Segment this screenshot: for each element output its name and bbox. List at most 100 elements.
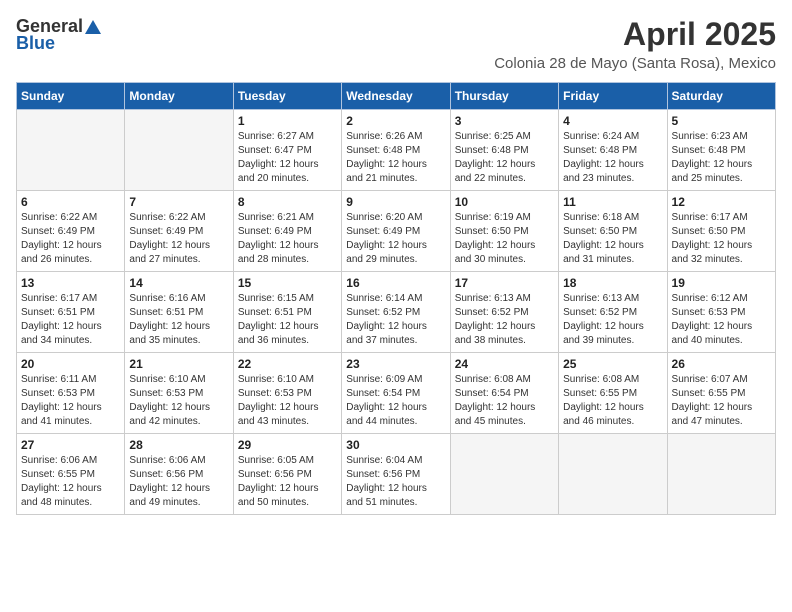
calendar-week-row: 20 Sunrise: 6:11 AM Sunset: 6:53 PM Dayli… <box>17 353 776 434</box>
day-number: 21 <box>129 357 228 371</box>
day-info: Sunrise: 6:14 AM Sunset: 6:52 PM Dayligh… <box>346 292 445 348</box>
calendar-week-row: 1 Sunrise: 6:27 AM Sunset: 6:47 PM Daylig… <box>17 110 776 191</box>
calendar-header-row: SundayMondayTuesdayWednesdayThursdayFrid… <box>17 83 776 110</box>
calendar-cell: 19Sunrise: 6:12 AM Sunset: 6:53 PM Dayli… <box>667 272 775 353</box>
day-number: 20 <box>21 357 120 371</box>
logo: General Blue <box>16 16 102 54</box>
day-info: Sunrise: 6:06 AM Sunset: 6:56 PM Dayligh… <box>129 454 228 510</box>
calendar-cell: 16 Sunrise: 6:14 AM Sunset: 6:52 PM Dayli… <box>342 272 450 353</box>
calendar-cell: 18Sunrise: 6:13 AM Sunset: 6:52 PM Dayli… <box>559 272 667 353</box>
day-number: 18 <box>563 276 662 290</box>
day-header-sunday: Sunday <box>17 83 125 110</box>
day-info: Sunrise: 6:08 AM Sunset: 6:54 PM Dayligh… <box>455 373 554 429</box>
logo-blue-text: Blue <box>16 33 55 54</box>
calendar-cell: 15Sunrise: 6:15 AM Sunset: 6:51 PM Dayli… <box>233 272 341 353</box>
calendar-cell <box>667 434 775 515</box>
day-header-saturday: Saturday <box>667 83 775 110</box>
day-header-tuesday: Tuesday <box>233 83 341 110</box>
calendar-cell: 23 Sunrise: 6:09 AM Sunset: 6:54 PM Dayli… <box>342 353 450 434</box>
calendar-cell: 21 Sunrise: 6:10 AM Sunset: 6:53 PM Dayli… <box>125 353 233 434</box>
calendar-cell: 2Sunrise: 6:26 AM Sunset: 6:48 PM Daylig… <box>342 110 450 191</box>
day-number: 11 <box>563 195 662 209</box>
calendar-cell <box>559 434 667 515</box>
day-info: Sunrise: 6:25 AM Sunset: 6:48 PM Dayligh… <box>455 130 554 186</box>
day-number: 14 <box>129 276 228 290</box>
day-header-wednesday: Wednesday <box>342 83 450 110</box>
calendar-cell <box>450 434 558 515</box>
title-section: April 2025 Colonia 28 de Mayo (Santa Ros… <box>494 16 776 72</box>
page-header: General Blue April 2025 Colonia 28 de Ma… <box>16 16 776 72</box>
day-number: 27 <box>21 438 120 452</box>
calendar-cell: 17Sunrise: 6:13 AM Sunset: 6:52 PM Dayli… <box>450 272 558 353</box>
day-info: Sunrise: 6:06 AM Sunset: 6:55 PM Dayligh… <box>21 454 120 510</box>
day-info: Sunrise: 6:13 AM Sunset: 6:52 PM Dayligh… <box>455 292 554 348</box>
calendar-table: SundayMondayTuesdayWednesdayThursdayFrid… <box>16 82 776 515</box>
day-number: 12 <box>672 195 771 209</box>
day-info: Sunrise: 6:20 AM Sunset: 6:49 PM Dayligh… <box>346 211 445 267</box>
calendar-cell: 20 Sunrise: 6:11 AM Sunset: 6:53 PM Dayli… <box>17 353 125 434</box>
day-info: Sunrise: 6:19 AM Sunset: 6:50 PM Dayligh… <box>455 211 554 267</box>
day-number: 1 <box>238 114 337 128</box>
calendar-cell: 8 Sunrise: 6:21 AM Sunset: 6:49 PM Daylig… <box>233 191 341 272</box>
calendar-cell: 29 Sunrise: 6:05 AM Sunset: 6:56 PM Dayli… <box>233 434 341 515</box>
day-info: Sunrise: 6:10 AM Sunset: 6:53 PM Dayligh… <box>129 373 228 429</box>
location: Colonia 28 de Mayo (Santa Rosa), Mexico <box>494 55 776 72</box>
day-number: 29 <box>238 438 337 452</box>
day-info: Sunrise: 6:24 AM Sunset: 6:48 PM Dayligh… <box>563 130 662 186</box>
calendar-cell: 28 Sunrise: 6:06 AM Sunset: 6:56 PM Dayli… <box>125 434 233 515</box>
day-header-friday: Friday <box>559 83 667 110</box>
calendar-cell: 10 Sunrise: 6:19 AM Sunset: 6:50 PM Dayli… <box>450 191 558 272</box>
day-number: 25 <box>563 357 662 371</box>
day-number: 9 <box>346 195 445 209</box>
day-info: Sunrise: 6:05 AM Sunset: 6:56 PM Dayligh… <box>238 454 337 510</box>
calendar-cell: 30Sunrise: 6:04 AM Sunset: 6:56 PM Dayli… <box>342 434 450 515</box>
calendar-cell: 4 Sunrise: 6:24 AM Sunset: 6:48 PM Daylig… <box>559 110 667 191</box>
calendar-cell: 6Sunrise: 6:22 AM Sunset: 6:49 PM Daylig… <box>17 191 125 272</box>
calendar-cell: 13Sunrise: 6:17 AM Sunset: 6:51 PM Dayli… <box>17 272 125 353</box>
day-number: 28 <box>129 438 228 452</box>
day-number: 7 <box>129 195 228 209</box>
day-number: 2 <box>346 114 445 128</box>
day-number: 16 <box>346 276 445 290</box>
calendar-cell: 12 Sunrise: 6:17 AM Sunset: 6:50 PM Dayli… <box>667 191 775 272</box>
day-info: Sunrise: 6:23 AM Sunset: 6:48 PM Dayligh… <box>672 130 771 186</box>
day-number: 10 <box>455 195 554 209</box>
calendar-week-row: 27 Sunrise: 6:06 AM Sunset: 6:55 PM Dayli… <box>17 434 776 515</box>
day-info: Sunrise: 6:07 AM Sunset: 6:55 PM Dayligh… <box>672 373 771 429</box>
day-number: 19 <box>672 276 771 290</box>
calendar-cell: 7 Sunrise: 6:22 AM Sunset: 6:49 PM Daylig… <box>125 191 233 272</box>
calendar-cell: 9 Sunrise: 6:20 AM Sunset: 6:49 PM Daylig… <box>342 191 450 272</box>
calendar-cell: 11 Sunrise: 6:18 AM Sunset: 6:50 PM Dayli… <box>559 191 667 272</box>
day-number: 23 <box>346 357 445 371</box>
calendar-cell: 5 Sunrise: 6:23 AM Sunset: 6:48 PM Daylig… <box>667 110 775 191</box>
day-number: 8 <box>238 195 337 209</box>
calendar-cell <box>17 110 125 191</box>
day-number: 22 <box>238 357 337 371</box>
calendar-cell: 14 Sunrise: 6:16 AM Sunset: 6:51 PM Dayli… <box>125 272 233 353</box>
day-info: Sunrise: 6:21 AM Sunset: 6:49 PM Dayligh… <box>238 211 337 267</box>
day-number: 26 <box>672 357 771 371</box>
day-info: Sunrise: 6:27 AM Sunset: 6:47 PM Dayligh… <box>238 130 337 186</box>
day-number: 5 <box>672 114 771 128</box>
calendar-cell: 25 Sunrise: 6:08 AM Sunset: 6:55 PM Dayli… <box>559 353 667 434</box>
day-number: 15 <box>238 276 337 290</box>
day-info: Sunrise: 6:18 AM Sunset: 6:50 PM Dayligh… <box>563 211 662 267</box>
calendar-cell: 27 Sunrise: 6:06 AM Sunset: 6:55 PM Dayli… <box>17 434 125 515</box>
day-info: Sunrise: 6:22 AM Sunset: 6:49 PM Dayligh… <box>129 211 228 267</box>
day-number: 4 <box>563 114 662 128</box>
day-info: Sunrise: 6:16 AM Sunset: 6:51 PM Dayligh… <box>129 292 228 348</box>
logo-icon <box>84 18 102 36</box>
calendar-week-row: 13Sunrise: 6:17 AM Sunset: 6:51 PM Dayli… <box>17 272 776 353</box>
day-header-thursday: Thursday <box>450 83 558 110</box>
month-title: April 2025 <box>494 16 776 53</box>
day-info: Sunrise: 6:11 AM Sunset: 6:53 PM Dayligh… <box>21 373 120 429</box>
day-info: Sunrise: 6:17 AM Sunset: 6:51 PM Dayligh… <box>21 292 120 348</box>
day-info: Sunrise: 6:08 AM Sunset: 6:55 PM Dayligh… <box>563 373 662 429</box>
calendar-cell: 24Sunrise: 6:08 AM Sunset: 6:54 PM Dayli… <box>450 353 558 434</box>
day-number: 30 <box>346 438 445 452</box>
day-info: Sunrise: 6:09 AM Sunset: 6:54 PM Dayligh… <box>346 373 445 429</box>
day-info: Sunrise: 6:10 AM Sunset: 6:53 PM Dayligh… <box>238 373 337 429</box>
calendar-cell: 3Sunrise: 6:25 AM Sunset: 6:48 PM Daylig… <box>450 110 558 191</box>
day-header-monday: Monday <box>125 83 233 110</box>
day-info: Sunrise: 6:17 AM Sunset: 6:50 PM Dayligh… <box>672 211 771 267</box>
